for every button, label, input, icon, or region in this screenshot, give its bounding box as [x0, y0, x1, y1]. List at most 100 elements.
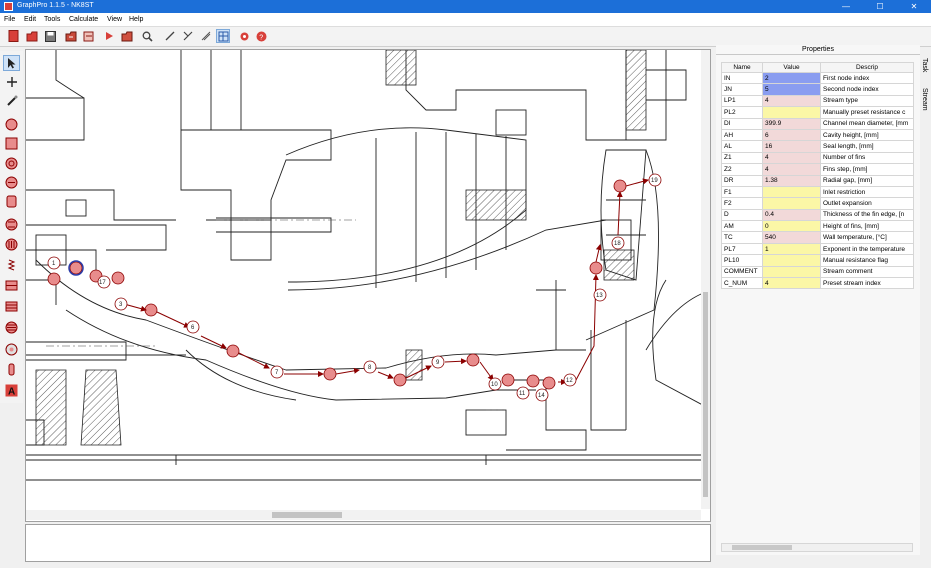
property-value[interactable]: 4 [762, 151, 821, 165]
property-value[interactable]: 0 [762, 220, 821, 233]
open-folder-icon[interactable] [120, 29, 134, 43]
property-description: Channel mean diameter, [mm [820, 117, 914, 130]
column-header-name[interactable]: Name [721, 62, 763, 73]
open-file-icon[interactable] [25, 29, 39, 43]
property-row[interactable]: LP1 4 Stream type [721, 94, 914, 108]
labyrinth-element-icon[interactable] [3, 236, 20, 252]
select-arrow-icon[interactable] [3, 55, 20, 71]
vertical-scroll-thumb[interactable] [703, 292, 708, 497]
output-pane[interactable] [25, 524, 711, 562]
property-value[interactable]: 4 [762, 163, 821, 176]
property-row[interactable]: F2 Outlet expansion [721, 197, 914, 210]
title-bar: GraphPro 1.1.5 - NK8ST — ☐ ✕ [0, 0, 931, 13]
menu-edit[interactable]: Edit [24, 16, 36, 23]
property-description: Seal length, [mm] [820, 140, 914, 153]
settings-icon[interactable] [237, 29, 251, 43]
brush-icon[interactable] [3, 93, 20, 109]
column-header-description[interactable]: Descrip [820, 62, 914, 73]
measure-tool-icon[interactable] [199, 29, 213, 43]
property-row[interactable]: AM 0 Height of fins, [mm] [721, 220, 914, 233]
menu-help[interactable]: Help [129, 16, 143, 23]
vertical-element-icon[interactable] [3, 361, 20, 377]
property-row[interactable]: Z2 4 Fins step, [mm] [721, 163, 914, 176]
menu-view[interactable]: View [107, 16, 122, 23]
property-row[interactable]: AH 6 Cavity height, [mm] [721, 128, 914, 142]
property-value[interactable]: 2 [762, 71, 821, 85]
property-row[interactable]: AL 16 Seal length, [mm] [721, 140, 914, 153]
grid-view-icon[interactable] [216, 29, 230, 43]
tab-stream[interactable]: Stream [921, 88, 928, 111]
property-value[interactable] [762, 265, 821, 279]
menu-file[interactable]: File [4, 16, 15, 23]
property-value[interactable]: 399.9 [762, 117, 821, 130]
canvas-vertical-scrollbar[interactable] [701, 50, 710, 509]
node-label-11: 11 [519, 391, 526, 397]
zoom-icon[interactable] [140, 29, 154, 43]
property-row[interactable]: PL7 1 Exponent in the temperature [721, 242, 914, 256]
property-value[interactable] [762, 185, 821, 199]
menu-calculate[interactable]: Calculate [69, 16, 98, 23]
toolbar: ? [0, 27, 931, 47]
property-value[interactable] [762, 254, 821, 267]
horizontal-scroll-thumb[interactable] [272, 512, 342, 518]
property-row[interactable]: DR 1.38 Radial gap, [mm] [721, 174, 914, 187]
property-description: Height of fins, [mm] [820, 220, 914, 233]
orifice-element-icon[interactable] [3, 193, 20, 209]
properties-horizontal-scrollbar[interactable] [721, 543, 913, 552]
property-value[interactable]: 1 [762, 242, 821, 256]
circle-node-icon[interactable] [3, 116, 20, 132]
property-row[interactable]: PL2 Manually preset resistance c [721, 106, 914, 119]
menu-tools[interactable]: Tools [44, 16, 60, 23]
property-value[interactable]: 16 [762, 140, 821, 153]
close-button[interactable]: ✕ [897, 0, 931, 13]
minimize-button[interactable]: — [829, 0, 863, 13]
property-row[interactable]: COMMENT Stream comment [721, 265, 914, 279]
gap-element-icon[interactable] [3, 277, 20, 293]
property-row[interactable]: DI 399.9 Channel mean diameter, [mm [721, 117, 914, 130]
new-file-icon[interactable] [6, 29, 20, 43]
property-row[interactable]: TC 540 Wall temperature, [°C] [721, 231, 914, 244]
property-value[interactable]: 6 [762, 128, 821, 142]
property-value[interactable]: 1.38 [762, 174, 821, 187]
tab-task[interactable]: Task [921, 58, 928, 72]
property-value[interactable]: 4 [762, 277, 821, 290]
property-row[interactable]: Z1 4 Number of fins [721, 151, 914, 165]
canvas-horizontal-scrollbar[interactable] [26, 510, 701, 520]
line-tool-icon[interactable] [163, 29, 177, 43]
disk-element-icon[interactable] [3, 319, 20, 335]
export-icon[interactable] [82, 29, 96, 43]
drawing-canvas[interactable]: 1 17 3 6 7 8 9 10 11 12 13 14 18 19 [25, 49, 711, 522]
split-tool-icon[interactable] [181, 29, 195, 43]
property-value[interactable]: 540 [762, 231, 821, 244]
import-icon[interactable] [64, 29, 78, 43]
square-node-icon[interactable] [3, 135, 20, 151]
column-header-value[interactable]: Value [762, 62, 821, 73]
property-row[interactable]: C_NUM 4 Preset stream index [721, 277, 914, 290]
node-gray-icon[interactable] [3, 341, 20, 357]
property-value[interactable] [762, 106, 821, 119]
maximize-button[interactable]: ☐ [863, 0, 897, 13]
properties-scroll-thumb[interactable] [732, 545, 792, 550]
property-value[interactable]: 0.4 [762, 208, 821, 222]
move-icon[interactable] [3, 74, 20, 90]
property-row[interactable]: JN 5 Second node index [721, 83, 914, 96]
channel-element-icon[interactable] [3, 298, 20, 314]
property-description: Stream type [820, 94, 914, 108]
pipe-element-icon[interactable] [3, 174, 20, 190]
property-value[interactable] [762, 197, 821, 210]
save-icon[interactable] [43, 29, 57, 43]
property-row[interactable]: F1 Inlet restriction [721, 185, 914, 199]
property-name: Z2 [721, 163, 763, 176]
ring-node-icon[interactable] [3, 155, 20, 171]
property-row[interactable]: PL10 Manual resistance flag [721, 254, 914, 267]
help-icon[interactable]: ? [254, 29, 268, 43]
spring-element-icon[interactable] [3, 257, 20, 273]
text-tool-icon[interactable]: A [3, 382, 20, 398]
property-value[interactable]: 4 [762, 94, 821, 108]
property-value[interactable]: 5 [762, 83, 821, 96]
property-row[interactable]: D 0.4 Thickness of the fin edge, [n [721, 208, 914, 222]
side-tabs: Task Stream [920, 58, 931, 118]
property-row[interactable]: IN 2 First node index [721, 71, 914, 85]
run-icon[interactable] [102, 29, 116, 43]
seal-element-icon[interactable] [3, 216, 20, 232]
